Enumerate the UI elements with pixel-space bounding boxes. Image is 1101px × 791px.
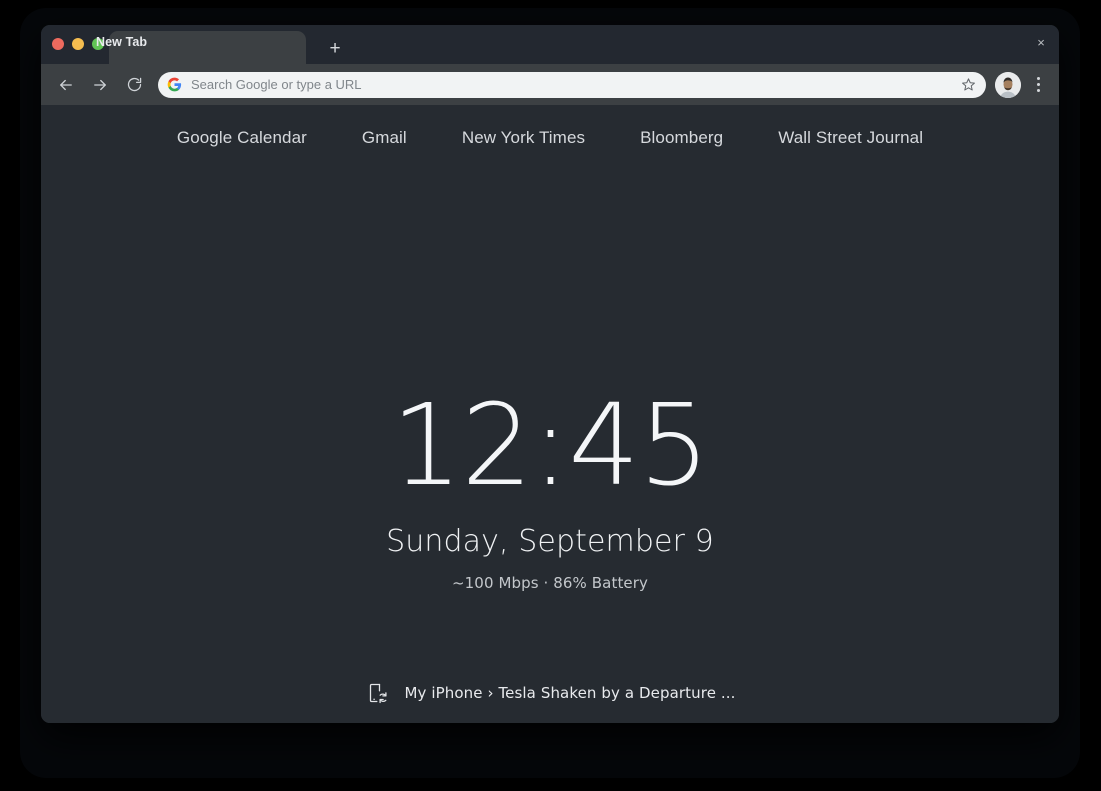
browser-window: New Tab × + Search Google or type a URL … [41,25,1059,723]
shortcut-new-york-times[interactable]: New York Times [462,128,585,148]
menu-dot [1036,89,1040,92]
clock-date: Sunday, September 9 [386,524,714,559]
window-minimize-button[interactable] [72,38,84,50]
avatar[interactable] [995,71,1021,98]
three-dot-menu-icon[interactable] [1025,70,1051,100]
device-sync-icon [364,680,390,706]
desktop-background: New Tab × + Search Google or type a URL … [0,0,1101,791]
clock-widget: 12:45 Sunday, September 9 ~100 Mbps · 86… [41,390,1059,592]
reload-icon[interactable] [120,71,148,99]
new-tab-page: Google Calendar Gmail New York Times Blo… [41,105,1059,723]
shortcut-wall-street-journal[interactable]: Wall Street Journal [778,128,923,148]
forward-arrow-icon[interactable] [86,71,114,99]
new-tab-button[interactable]: + [324,37,346,59]
tab-close-icon[interactable]: × [1033,34,1049,50]
window-close-button[interactable] [52,38,64,50]
tab-strip: New Tab × + [41,25,1059,64]
shortcut-google-calendar[interactable]: Google Calendar [177,128,307,148]
search-input[interactable] [191,77,956,92]
menu-dot [1036,77,1040,80]
shortcut-gmail[interactable]: Gmail [362,128,407,148]
shortcuts-bar: Google Calendar Gmail New York Times Blo… [41,128,1059,148]
menu-dot [1036,83,1040,86]
google-g-icon [167,77,182,92]
shortcut-bloomberg[interactable]: Bloomberg [640,128,723,148]
browser-toolbar [41,64,1059,105]
back-arrow-icon[interactable] [52,71,80,99]
recent-tab-bar[interactable]: My iPhone › Tesla Shaken by a Departure … [41,680,1059,706]
clock-time: 12:45 [391,381,710,511]
omnibox[interactable] [158,71,986,98]
tab-title: New Tab [96,35,148,49]
recent-tab-label: My iPhone › Tesla Shaken by a Departure … [404,684,736,702]
star-outline-icon[interactable] [956,73,980,97]
network-battery-status: ~100 Mbps · 86% Battery [452,574,648,592]
